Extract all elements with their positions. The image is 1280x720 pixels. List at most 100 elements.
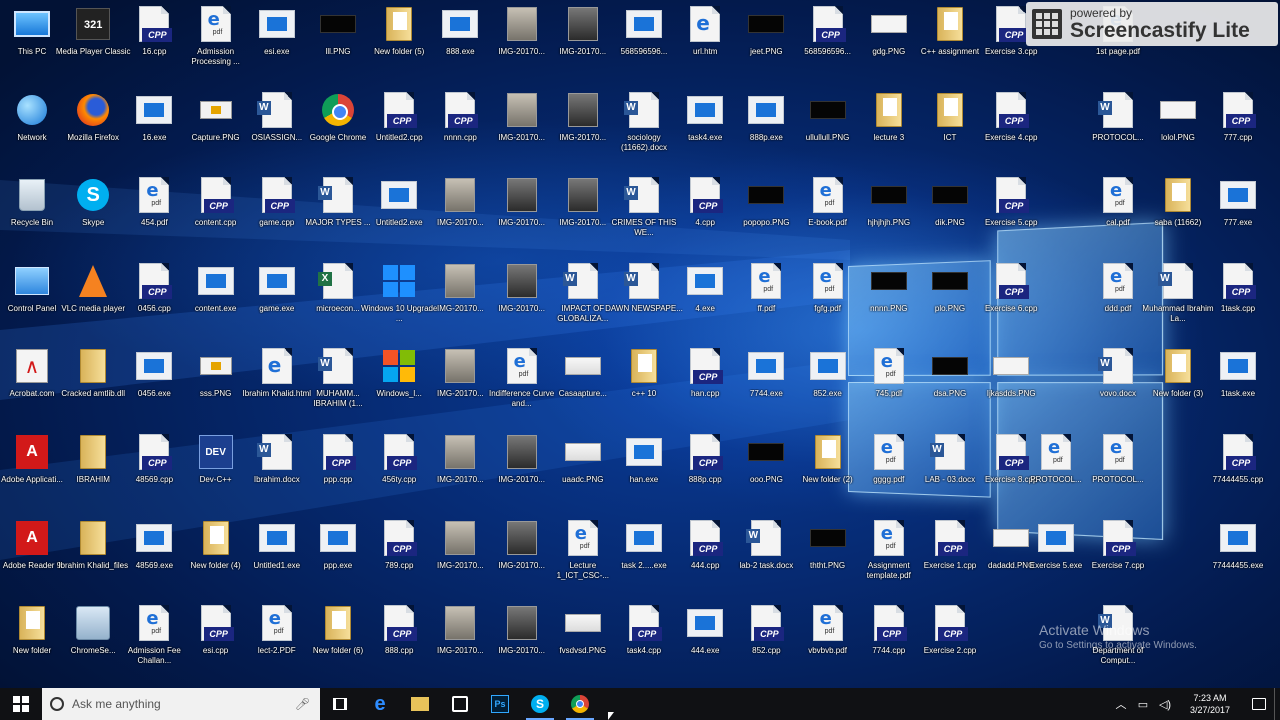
img-icon (440, 603, 480, 643)
desktop-icon[interactable]: Ijkasdds.PNG (971, 346, 1051, 430)
cpp-icon: CPP (685, 518, 725, 558)
network-icon[interactable]: ▭ (1132, 698, 1154, 711)
desktop-icon[interactable]: 77444455.exe (1198, 518, 1278, 602)
desktop-icon[interactable]: CPP 777.cpp (1198, 90, 1278, 174)
desktop-icon[interactable]: CPP Exercise 5.cpp (971, 175, 1051, 259)
desktop-icon[interactable]: CPP 1task.cpp (1198, 261, 1278, 345)
pdf-icon: pdf (563, 518, 603, 558)
task-view-button[interactable] (320, 688, 360, 720)
microphone-icon[interactable]: 🎤︎ (295, 697, 310, 711)
word-icon (1098, 346, 1138, 386)
desktop[interactable]: This PC Network Recycle Bin Control Panel ∧ A… (0, 0, 1280, 688)
start-button[interactable] (0, 688, 42, 720)
control-icon (12, 261, 52, 301)
watermark-brand: Screencastify Lite (1070, 18, 1250, 42)
taskbar-file-explorer[interactable] (400, 688, 440, 720)
mouse-cursor-icon (608, 712, 614, 720)
black-icon (869, 261, 909, 301)
activate-windows-notice: Activate Windows Go to Settings to activ… (1039, 622, 1197, 653)
taskbar-edge[interactable]: e (360, 688, 400, 720)
desktop-icon[interactable]: CPP Exercise 2.cpp (910, 603, 990, 687)
action-center-button[interactable] (1244, 688, 1274, 720)
exe-icon (196, 261, 236, 301)
pdf-icon: pdf (196, 4, 236, 44)
exe-icon (685, 261, 725, 301)
clock-date: 3/27/2017 (1189, 705, 1231, 715)
word-icon (256, 432, 297, 472)
exe-icon (1218, 175, 1258, 215)
cpp-icon: CPP (869, 603, 909, 643)
img-icon (440, 432, 480, 472)
desktop-icon[interactable]: 1task.exe (1198, 346, 1278, 430)
word-icon (256, 90, 297, 130)
cpp-icon: CPP (440, 90, 480, 130)
desktop-icon[interactable]: CPP Exercise 7.cpp (1078, 518, 1158, 602)
black-icon (746, 432, 786, 472)
exe-icon (624, 432, 664, 472)
clock[interactable]: 7:23 AM 3/27/2017 (1176, 692, 1244, 716)
search-box[interactable]: Ask me anything 🎤︎ (42, 688, 320, 720)
adobe-icon: A (12, 432, 52, 472)
folder-paper-icon (318, 603, 358, 643)
desktop-icon[interactable]: 777.exe (1198, 175, 1278, 259)
desktop-icon[interactable]: CPP Exercise 6.cpp (971, 261, 1051, 345)
black-icon (930, 346, 970, 386)
volume-icon[interactable]: ◁) (1154, 698, 1176, 711)
img-icon (440, 261, 480, 301)
cpp-icon: CPP (379, 518, 419, 558)
show-desktop-button[interactable] (1274, 688, 1280, 720)
taskbar-chrome[interactable] (560, 688, 600, 720)
html-icon (257, 346, 297, 386)
pdf-icon: pdf (808, 175, 848, 215)
task-view-icon (333, 698, 347, 710)
store-icon (452, 696, 468, 712)
cpp-icon: CPP (318, 432, 358, 472)
white-icon (1158, 90, 1198, 130)
desktop-icon[interactable]: CPP 77444455.cpp (1198, 432, 1278, 516)
edge-icon: e (374, 692, 386, 715)
desktop-icon-label: 777.cpp (1223, 132, 1253, 142)
taskbar-photoshop[interactable]: Ps (480, 688, 520, 720)
adobe-icon: A (12, 518, 52, 558)
pdf-icon: pdf (134, 603, 174, 643)
devcpp-icon: DEV (196, 432, 236, 472)
desktop-icon-label: 777.exe (1223, 218, 1253, 228)
screenshot-icon (563, 346, 603, 386)
desktop-icon[interactable]: pdf PROTOCOL... (1078, 432, 1158, 516)
pdf-icon: pdf (502, 346, 542, 386)
exe-icon (685, 603, 725, 643)
exe-icon (685, 90, 725, 130)
cpp-icon: CPP (991, 261, 1031, 301)
cpp-icon: CPP (746, 603, 786, 643)
folder-paper-icon (379, 4, 419, 44)
img-icon (502, 4, 542, 44)
desktop-icon[interactable]: CPP Exercise 4.cpp (971, 90, 1051, 174)
pdf-icon: pdf (869, 432, 909, 472)
cpp-icon: CPP (808, 4, 848, 44)
pdf-icon: pdf (1098, 261, 1138, 301)
folder-paper-icon (1158, 175, 1198, 215)
pp-icon (196, 346, 236, 386)
chevron-up-icon[interactable]: ︿ (1110, 696, 1132, 712)
skype-icon: S (73, 175, 113, 215)
exe-icon (134, 90, 174, 130)
activate-title: Activate Windows (1039, 622, 1150, 638)
white-icon (869, 4, 909, 44)
exe-icon (257, 518, 297, 558)
desktop-icon-label: Exercise 3.cpp (984, 47, 1038, 56)
cpp-icon: CPP (685, 175, 725, 215)
cpp-icon: CPP (1218, 261, 1258, 301)
screenshot-icon (563, 603, 603, 643)
taskbar-skype[interactable]: S (520, 688, 560, 720)
pdf-icon: pdf (808, 261, 848, 301)
exe-icon (318, 518, 358, 558)
folder-paper-icon (930, 90, 970, 130)
img-dark-icon (502, 518, 542, 558)
word-icon (1098, 90, 1138, 130)
white-icon (991, 346, 1031, 386)
word-icon (930, 432, 970, 472)
folder-paper-icon (869, 90, 909, 130)
skype-icon: S (531, 695, 549, 713)
notification-icon (1252, 698, 1266, 710)
taskbar-store[interactable] (440, 688, 480, 720)
